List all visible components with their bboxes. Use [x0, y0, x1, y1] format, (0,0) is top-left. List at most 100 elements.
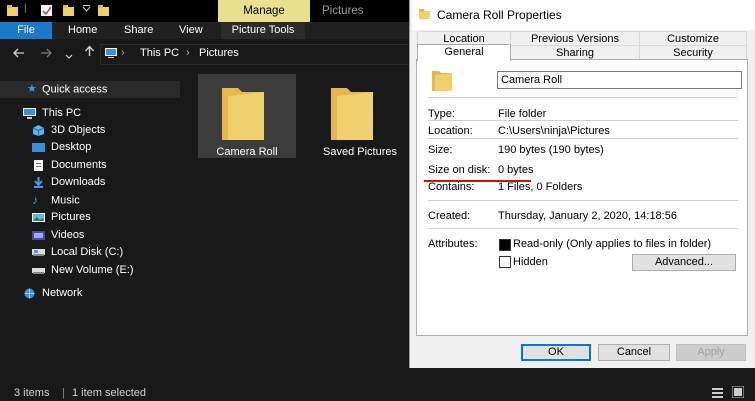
back-arrow-icon[interactable]	[13, 46, 25, 61]
location-value: C:\Users\ninja\Pictures	[498, 125, 610, 137]
nav-quick-access[interactable]: ★ Quick access	[0, 81, 207, 98]
nav-new-volume-e[interactable]: New Volume (E:)	[32, 262, 134, 279]
tab-sharing[interactable]: Sharing	[510, 45, 640, 60]
folder-item-saved-pictures[interactable]: Saved Pictures	[311, 74, 409, 158]
breadcrumb-this-pc[interactable]: This PC	[140, 47, 179, 59]
tab-previous-versions[interactable]: Previous Versions	[510, 31, 640, 46]
tab-view[interactable]: View	[179, 22, 203, 39]
nav-network[interactable]: Network	[23, 285, 82, 302]
divider	[428, 97, 738, 98]
folder-icon	[431, 68, 453, 95]
size-on-disk-value: 0 bytes	[498, 164, 534, 176]
hidden-checkbox[interactable]	[499, 256, 511, 268]
nav-desktop[interactable]: Desktop	[32, 139, 91, 156]
nav-documents-label: Documents	[51, 159, 107, 171]
new-folder-icon[interactable]	[62, 4, 75, 17]
nav-local-disk-c[interactable]: Local Disk (C:)	[32, 244, 123, 261]
advanced-button[interactable]: Advanced...	[632, 254, 736, 271]
size-value: 190 bytes (190 bytes)	[498, 144, 604, 156]
pictures-icon	[32, 212, 45, 223]
status-selected: 1 item selected	[72, 387, 146, 399]
folder-name-field[interactable]: Camera Roll	[497, 71, 742, 89]
readonly-checkbox[interactable]	[499, 239, 511, 251]
nav-pictures[interactable]: Pictures	[32, 209, 91, 226]
status-item-count: 3 items	[14, 387, 50, 399]
videos-icon	[32, 230, 45, 241]
nav-downloads-label: Downloads	[51, 176, 106, 188]
nav-music[interactable]: ♪ Music	[32, 192, 80, 209]
cancel-button[interactable]: Cancel	[598, 344, 670, 361]
ok-button[interactable]: OK	[521, 344, 591, 361]
hidden-label: Hidden	[513, 256, 548, 268]
recent-locations-chevron-icon[interactable]	[65, 48, 73, 63]
breadcrumb-separator-icon: ›	[186, 47, 190, 59]
contains-value: 1 Files, 0 Folders	[498, 181, 583, 193]
location-label: Location:	[428, 125, 473, 137]
nav-3d-objects[interactable]: 3D Objects	[32, 122, 105, 139]
tab-share[interactable]: Share	[124, 22, 153, 39]
separator-icon: |	[24, 3, 27, 14]
nav-this-pc-label: This PC	[42, 107, 82, 119]
nav-videos[interactable]: Videos	[32, 227, 84, 244]
size-on-disk-label: Size on disk:	[428, 164, 491, 176]
up-arrow-icon[interactable]	[84, 45, 95, 60]
folder-icon[interactable]	[6, 4, 19, 17]
tab-picture-tools[interactable]: Picture Tools	[221, 22, 305, 39]
nav-videos-label: Videos	[51, 229, 85, 241]
tab-security[interactable]: Security	[639, 45, 747, 60]
drive-icon	[32, 247, 45, 258]
this-pc-icon	[104, 47, 118, 62]
tab-general[interactable]: General	[417, 44, 511, 61]
nav-pictures-label: Pictures	[51, 211, 91, 223]
window-title: Pictures	[322, 5, 364, 17]
nav-new-volume-e-label: New Volume (E:)	[51, 264, 134, 276]
nav-downloads[interactable]: Downloads	[32, 174, 105, 191]
properties-icon[interactable]	[40, 4, 53, 17]
attributes-label: Attributes:	[428, 238, 478, 250]
details-view-icon[interactable]	[712, 387, 723, 401]
network-icon	[23, 288, 36, 299]
folder-icon	[418, 8, 431, 23]
drive-icon	[32, 265, 45, 276]
divider	[428, 228, 738, 229]
size-label: Size:	[428, 144, 453, 156]
tab-manage[interactable]: Manage	[218, 0, 310, 22]
divider	[428, 138, 738, 139]
breadcrumb-pictures[interactable]: Pictures	[199, 47, 239, 59]
dialog-title: Camera Roll Properties	[437, 8, 562, 22]
readonly-label: Read-only (Only applies to files in fold…	[513, 238, 712, 250]
folder-label: Saved Pictures	[323, 146, 397, 158]
nav-local-disk-c-label: Local Disk (C:)	[51, 246, 124, 258]
status-bar: 3 items | 1 item selected	[0, 384, 755, 400]
nav-this-pc[interactable]: This PC	[23, 105, 81, 122]
large-icons-view-icon[interactable]	[731, 385, 745, 401]
contains-label: Contains:	[428, 181, 475, 193]
star-icon: ★	[27, 83, 37, 95]
folder-icon	[222, 88, 264, 140]
this-pc-icon	[23, 107, 36, 119]
cube-icon	[32, 124, 45, 136]
tab-file[interactable]: File	[0, 22, 52, 39]
folder-icon	[97, 4, 110, 17]
type-label: Type:	[428, 108, 455, 120]
folder-item-camera-roll[interactable]: Camera Roll	[198, 74, 296, 158]
type-value: File folder	[498, 108, 547, 120]
chevron-down-icon[interactable]	[82, 5, 95, 18]
music-note-icon: ♪	[32, 193, 38, 207]
documents-icon	[32, 159, 45, 171]
forward-arrow-icon[interactable]	[40, 46, 52, 61]
general-tab-panel	[416, 59, 748, 336]
breadcrumb-separator-icon: ›	[121, 47, 125, 59]
created-label: Created:	[428, 210, 471, 222]
apply-button[interactable]: Apply	[676, 344, 746, 361]
created-value: Thursday, January 2, 2020, 14:18:56	[498, 210, 677, 222]
tab-home[interactable]: Home	[68, 22, 97, 39]
status-separator: |	[62, 387, 65, 399]
tab-customize[interactable]: Customize	[639, 31, 747, 46]
download-arrow-icon	[32, 176, 45, 188]
nav-3d-objects-label: 3D Objects	[51, 124, 106, 136]
nav-documents[interactable]: Documents	[32, 157, 107, 174]
folder-label: Camera Roll	[216, 146, 278, 158]
desktop-icon	[32, 142, 45, 153]
nav-desktop-label: Desktop	[51, 141, 92, 153]
